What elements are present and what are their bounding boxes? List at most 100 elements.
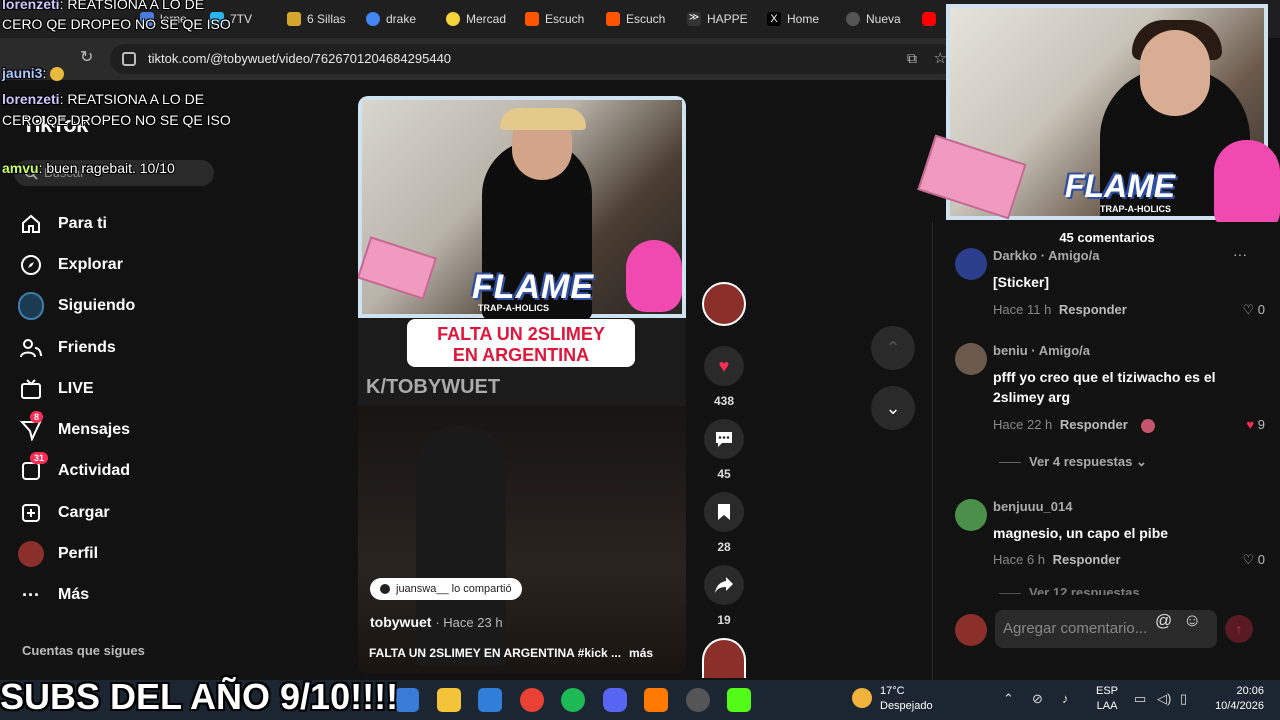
volume-icon[interactable]: ◁) <box>1157 691 1171 707</box>
browser-tab[interactable]: Nueva <box>846 9 916 29</box>
shared-by-pill[interactable]: juanswa__ lo compartió <box>370 578 522 600</box>
share-icon <box>704 565 744 605</box>
sidebar-item-cargar[interactable]: Cargar <box>18 492 258 533</box>
messages-icon: 8 <box>18 411 44 443</box>
tab-favicon-icon <box>446 12 460 26</box>
browser-tab[interactable]: Mercad <box>446 9 516 29</box>
comment-icon <box>704 419 744 459</box>
emoji-icon[interactable]: ☺ <box>1183 610 1201 631</box>
comment-like[interactable]: ♡ 0 <box>1242 552 1265 568</box>
reply-button[interactable]: Responder <box>1053 552 1121 567</box>
browser-tab[interactable]: drake <box>366 9 436 29</box>
chrome-icon[interactable] <box>520 688 544 712</box>
share-action[interactable]: 19 <box>700 565 748 627</box>
commenter-name[interactable]: benjuuu_014 <box>993 499 1072 514</box>
microphone-icon[interactable]: ♪ <box>1062 691 1069 706</box>
comment-like[interactable]: ♡ 0 <box>1242 302 1265 318</box>
tray-chevron-icon[interactable]: ⌃ <box>1003 691 1014 707</box>
sidebar-item-label: Siguiendo <box>58 297 136 315</box>
comment-time: Hace 22 h <box>993 417 1053 432</box>
tab-label: 7TV <box>230 12 253 26</box>
sidebar-item-explorar[interactable]: Explorar <box>18 244 258 285</box>
commenter-avatar[interactable] <box>955 499 987 531</box>
obs-icon[interactable] <box>686 688 710 712</box>
battery-icon[interactable]: ▯ <box>1180 691 1187 707</box>
sidebar-item-friends[interactable]: Friends <box>18 327 258 368</box>
view-replies-button[interactable]: Ver 4 respuestas ⌄ <box>999 454 1147 470</box>
reload-icon[interactable]: ↻ <box>80 47 93 67</box>
bookmark-star-icon[interactable]: ☆ <box>934 49 947 67</box>
sidebar-item-label: Perfil <box>58 545 99 563</box>
author-name: tobywuet <box>370 614 432 630</box>
chat-text: : REATSIONA A LO DE <box>59 0 205 12</box>
browser-tab[interactable]: X Home <box>767 9 837 29</box>
reply-button[interactable]: Responder <box>1059 302 1127 317</box>
save-action[interactable]: 28 <box>700 492 748 554</box>
browser-tab[interactable]: ≫ HAPPE <box>687 9 757 29</box>
chat-message: lorenzeti: REATSIONA A LO DE <box>2 0 204 15</box>
language-indicator[interactable]: ESP LAA <box>1096 684 1118 714</box>
site-info-icon[interactable] <box>122 52 136 66</box>
send-arrow-icon[interactable]: ↑ <box>1225 615 1253 643</box>
more-link[interactable]: más <box>629 646 653 660</box>
video-scene <box>358 406 686 674</box>
spotify-icon[interactable] <box>561 688 585 712</box>
mention-icon[interactable]: @ <box>1155 611 1172 631</box>
like-action[interactable]: ♥ 438 <box>700 346 748 408</box>
discord-icon[interactable] <box>603 688 627 712</box>
sidebar-item-live[interactable]: LIVE <box>18 368 258 409</box>
commenter-avatar[interactable] <box>955 343 987 375</box>
install-app-icon[interactable]: ⧉ <box>907 50 917 67</box>
sidebar-item-perfil[interactable]: Perfil <box>18 533 258 574</box>
address-bar[interactable]: tiktok.com/@tobywuet/video/7626701204684… <box>110 44 955 74</box>
store-icon[interactable] <box>478 688 502 712</box>
sidebar-item-actividad[interactable]: 31 Actividad <box>18 451 258 492</box>
commenter-name[interactable]: Darkko · Amigo/a <box>993 248 1099 263</box>
clock-time: 20:06 <box>1236 685 1264 697</box>
browser-tab[interactable]: 6 Sillas <box>287 9 357 29</box>
sidebar-item-label: LIVE <box>58 379 94 397</box>
comment-action[interactable]: 45 <box>700 419 748 481</box>
sidebar-item-mensajes[interactable]: 8 Mensajes <box>18 409 258 450</box>
comment-item: beniu · Amigo/a pfff yo creo que el tizi… <box>955 343 1275 453</box>
following-icon <box>18 292 44 321</box>
commenter-avatar[interactable] <box>955 248 987 280</box>
next-video-button[interactable]: ⌄ <box>871 386 915 430</box>
chat-message: lorenzeti: REATSIONA A LO DE <box>2 89 204 110</box>
browser-tab[interactable] <box>922 9 942 29</box>
view-replies-text: Ver 4 respuestas <box>1029 454 1133 469</box>
app-icon[interactable] <box>395 688 419 712</box>
comment-meta: Hace 11 h Responder <box>993 302 1127 317</box>
comment-placeholder: Agregar comentario... <box>1003 620 1148 637</box>
kick-icon[interactable] <box>727 688 751 712</box>
soundcloud-icon[interactable] <box>644 688 668 712</box>
video-player[interactable]: FLAME TRAP-A-HOLICS FALTA UN 2SLIMEY EN … <box>358 96 686 674</box>
flame-subtitle: TRAP-A-HOLICS <box>478 303 549 313</box>
comment-options-icon[interactable]: ··· <box>1233 246 1247 262</box>
chevron-up-icon: ⌃ <box>885 337 901 358</box>
commenter-name[interactable]: beniu · Amigo/a <box>993 343 1090 358</box>
clock[interactable]: 20:06 10/4/2026 <box>1208 684 1264 714</box>
more-icon: ··· <box>22 584 40 605</box>
video-author[interactable]: tobywuet · Hace 23 h <box>370 614 503 630</box>
creator-avatar[interactable] <box>702 282 746 326</box>
singer-figure <box>416 426 506 666</box>
browser-tab[interactable]: Escuch <box>606 9 676 29</box>
chevron-down-icon: ⌄ <box>1135 454 1147 469</box>
sidebar-item-siguiendo[interactable]: Siguiendo <box>18 286 258 327</box>
weather-widget[interactable]: 17°C Despejado <box>880 684 933 714</box>
comment-time: Hace 6 h <box>993 552 1046 567</box>
like-count: 438 <box>713 394 735 408</box>
tray-app-icon[interactable]: ⊘ <box>1032 691 1043 707</box>
sidebar-item-para-ti[interactable]: Para ti <box>18 203 258 244</box>
comment-like[interactable]: ♥ 9 <box>1246 417 1265 432</box>
view-more-replies-button[interactable]: Ver 12 respuestas <box>999 585 1140 595</box>
file-explorer-icon[interactable] <box>437 688 461 712</box>
network-icon[interactable]: ▭ <box>1134 691 1146 707</box>
reply-button[interactable]: Responder <box>1060 417 1128 432</box>
browser-tab[interactable]: Escuch <box>525 9 595 29</box>
previous-video-button[interactable]: ⌃ <box>871 326 915 370</box>
sidebar-item-mas[interactable]: ··· Más <box>18 575 258 616</box>
next-creator-avatar[interactable] <box>702 638 746 678</box>
caption-line: EN ARGENTINA <box>452 345 590 365</box>
